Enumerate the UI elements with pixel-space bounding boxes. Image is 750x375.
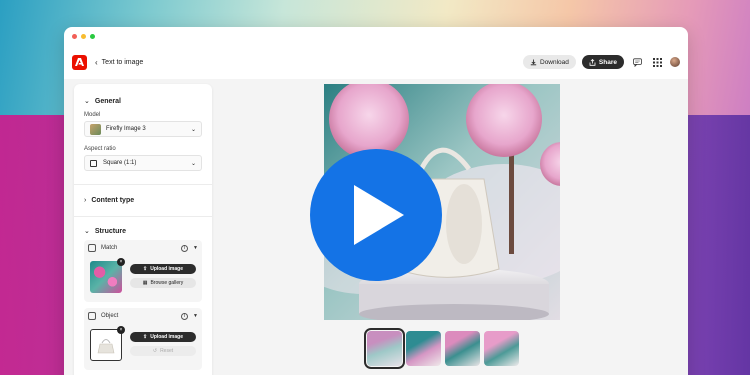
model-thumbnail: [90, 123, 101, 135]
apps-grid-icon[interactable]: [650, 55, 664, 69]
section-general-header[interactable]: ⌄ General: [84, 97, 121, 106]
upload-icon: ⇪: [143, 266, 148, 272]
info-icon[interactable]: i: [181, 312, 189, 320]
reset-label: Reset: [160, 348, 174, 354]
model-select[interactable]: Firefly Image 3 ⌄: [84, 121, 202, 137]
back-link[interactable]: ‹ Text to image: [95, 58, 143, 67]
model-label: Model: [84, 112, 101, 118]
match-upload-label: Upload image: [150, 266, 183, 272]
reset-icon: ↺: [152, 348, 158, 354]
match-label: Match: [101, 245, 118, 251]
chevron-down-icon: ⌄: [84, 98, 90, 105]
section-content-type-header[interactable]: › Content type: [84, 197, 134, 204]
object-thumbnail[interactable]: [90, 329, 122, 361]
chevron-down-icon: ⌄: [190, 126, 196, 133]
match-upload-button[interactable]: ⇪ Upload image: [130, 264, 196, 274]
info-icon[interactable]: i: [181, 244, 189, 252]
download-icon: [530, 59, 537, 65]
chevron-down-icon[interactable]: ▼: [193, 245, 198, 251]
share-button[interactable]: Share: [581, 55, 624, 69]
section-structure-header[interactable]: ⌄ Structure: [84, 227, 126, 236]
aspect-ratio-select[interactable]: Square (1:1) ⌄: [84, 155, 202, 171]
chevron-down-icon: ⌄: [84, 228, 90, 235]
aspect-ratio-label: Aspect ratio: [84, 146, 116, 152]
section-content-type-title: Content type: [91, 197, 135, 204]
close-window-dot[interactable]: [72, 34, 77, 39]
divider: [74, 216, 212, 217]
avatar[interactable]: [670, 57, 680, 67]
browse-gallery-button[interactable]: ▦ Browse gallery: [130, 278, 196, 288]
chevron-down-icon: ⌄: [190, 160, 196, 167]
result-thumbnails: [364, 328, 519, 369]
share-icon: [589, 58, 596, 66]
adobe-logo[interactable]: [72, 54, 87, 70]
settings-panel: ⌄ General Model Firefly Image 3 ⌄ Aspect…: [74, 84, 212, 375]
result-thumbnail-3[interactable]: [445, 331, 480, 366]
app-window: ‹ Text to image Download Share ⌄ General…: [64, 27, 688, 375]
object-icon: [88, 312, 96, 320]
app-header: ‹ Text to image Download Share: [64, 45, 688, 79]
chevron-down-icon[interactable]: ▼: [193, 313, 198, 319]
structure-icon: [88, 244, 96, 252]
result-thumbnail-4[interactable]: [484, 331, 519, 366]
chevron-left-icon: ‹: [95, 57, 98, 67]
minimize-window-dot[interactable]: [81, 34, 86, 39]
divider: [74, 184, 212, 185]
match-thumbnail[interactable]: [90, 261, 122, 293]
object-upload-button[interactable]: ⇪ Upload image: [130, 332, 196, 342]
window-titlebar: [64, 27, 688, 45]
square-icon: [90, 159, 97, 167]
download-label: Download: [540, 58, 569, 66]
model-value: Firefly Image 3: [106, 126, 146, 132]
chevron-right-icon: ›: [84, 197, 87, 204]
back-label: Text to image: [101, 58, 144, 66]
browse-gallery-label: Browse gallery: [150, 280, 184, 286]
upload-icon: ⇪: [143, 334, 148, 340]
gallery-icon: ▦: [142, 280, 148, 286]
comment-icon[interactable]: [630, 55, 644, 69]
object-reference-box: Object i ▼ × ⇪ Upload image ↺ Reset: [84, 308, 202, 370]
play-button[interactable]: [310, 149, 442, 281]
maximize-window-dot[interactable]: [90, 34, 95, 39]
aspect-ratio-value: Square (1:1): [103, 160, 137, 166]
play-icon: [354, 185, 404, 245]
object-upload-label: Upload image: [150, 334, 183, 340]
object-label: Object: [101, 313, 119, 319]
result-thumbnail-1[interactable]: [364, 328, 405, 369]
workspace: ⌄ General Model Firefly Image 3 ⌄ Aspect…: [64, 79, 688, 375]
result-thumbnail-2[interactable]: [406, 331, 441, 366]
section-general-title: General: [94, 97, 121, 105]
download-button[interactable]: Download: [523, 55, 576, 69]
match-reference-box: Match i ▼ × ⇪ Upload image ▦ Browse gall…: [84, 240, 202, 302]
reset-button[interactable]: ↺ Reset: [130, 346, 196, 356]
remove-match-icon[interactable]: ×: [117, 258, 125, 266]
match-header: Match i ▼: [84, 240, 202, 256]
share-label: Share: [598, 58, 617, 66]
section-structure-title: Structure: [94, 227, 126, 235]
object-header: Object i ▼: [84, 308, 202, 324]
remove-object-icon[interactable]: ×: [117, 326, 125, 334]
